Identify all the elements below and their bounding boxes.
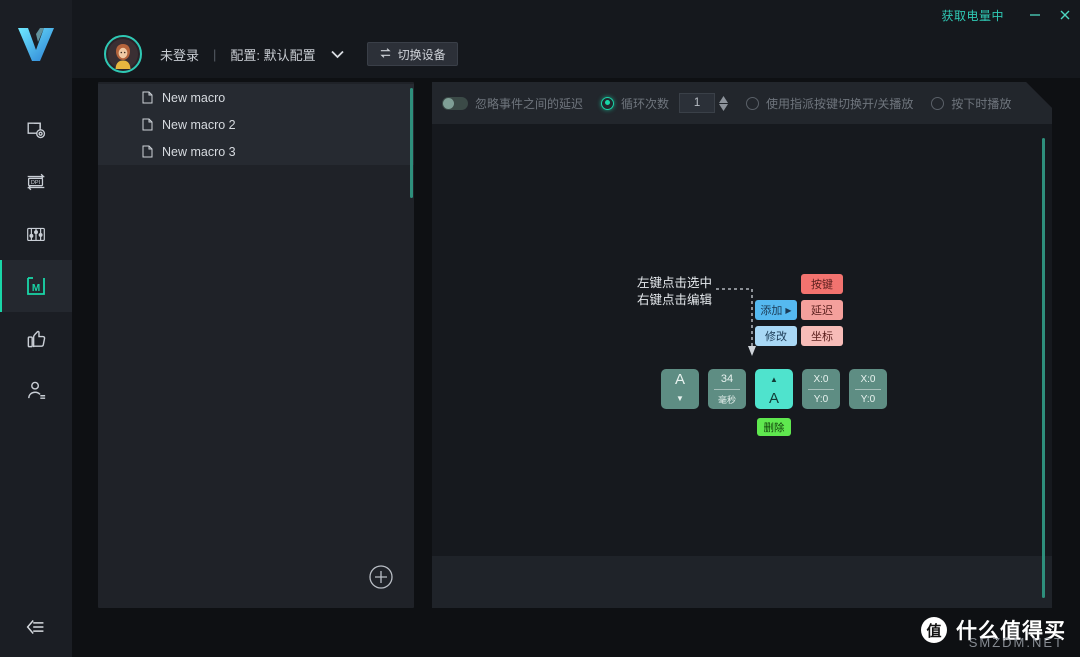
loop-count-input[interactable]: 1	[679, 93, 715, 113]
document-icon	[142, 145, 153, 158]
v-logo	[13, 22, 59, 66]
sidebar-item-profile[interactable]	[0, 364, 72, 416]
minimize-button[interactable]	[1020, 0, 1050, 30]
watermark-sub: SMZDM.NET	[968, 635, 1064, 650]
switch-device-button[interactable]: 切换设备	[366, 42, 458, 66]
list-item-label: New macro 3	[162, 144, 236, 159]
macro-canvas-footer	[432, 556, 1052, 608]
macro-list-rows: New macro New macro 2 New macro 3	[98, 82, 414, 165]
context-modify-button[interactable]: 修改	[755, 326, 797, 346]
context-add-label: 添加	[760, 305, 783, 317]
loop-count-label: 循环次数	[621, 96, 670, 111]
add-macro-button[interactable]	[368, 564, 394, 590]
event-card-top: 34	[720, 373, 734, 385]
event-card-key-a-up[interactable]: A ▼	[661, 369, 699, 409]
chevron-right-icon: ▶	[785, 305, 792, 315]
event-card-bottom: 毫秒	[717, 394, 736, 405]
watermark-badge: 值	[921, 617, 947, 643]
battery-status-text: 获取电量中	[941, 8, 1004, 23]
macro-toolbar: 忽略事件之间的延迟 循环次数 1 使用指派按键切换开/关播放 按下时播放	[432, 82, 1052, 124]
event-card-bottom: A	[768, 390, 779, 407]
toggle-play-label: 使用指派按键切换开/关播放	[766, 96, 914, 111]
sidebar-item-dpi[interactable]: DPI	[0, 156, 72, 208]
app-window: DPI M 获取电量中 未登录 | 配置: 默认配置 切换设备 New macr…	[0, 0, 1080, 657]
title-bar: 获取电量中	[72, 0, 1080, 30]
delete-button[interactable]: 删除	[757, 418, 791, 436]
document-icon	[142, 91, 153, 104]
ignore-delay-label: 忽略事件之间的延迟	[475, 96, 584, 111]
svg-text:M: M	[32, 283, 40, 294]
context-key-button[interactable]: 按键	[801, 274, 843, 294]
press-play-radio[interactable]	[931, 97, 944, 110]
profile-label: 配置: 默认配置	[230, 47, 316, 63]
avatar[interactable]	[104, 35, 142, 73]
event-card-bottom: ▼	[676, 394, 684, 403]
sidebar-item-mouse[interactable]	[0, 104, 72, 156]
delete-label: 删除	[763, 421, 785, 434]
context-delay-button[interactable]: 延迟	[801, 300, 843, 320]
context-coord-label: 坐标	[811, 331, 833, 343]
press-play-label: 按下时播放	[951, 96, 1012, 111]
document-icon	[142, 118, 153, 131]
event-card-coord-2[interactable]: X:0 Y:0	[849, 369, 887, 409]
macro-list-scrollbar[interactable]	[410, 88, 413, 198]
list-item[interactable]: New macro	[98, 84, 414, 111]
event-card-top: X:0	[860, 373, 876, 385]
macro-editor-scrollbar[interactable]	[1042, 138, 1045, 598]
loop-count-option[interactable]: 循环次数	[601, 95, 669, 112]
event-card-top: X:0	[813, 373, 829, 385]
close-button[interactable]	[1050, 0, 1080, 30]
macro-list-panel: New macro New macro 2 New macro 3	[98, 82, 414, 608]
swap-icon	[379, 47, 392, 62]
context-delay-label: 延迟	[811, 305, 833, 317]
press-play-option[interactable]: 按下时播放	[931, 95, 1011, 112]
ignore-delay-toggle[interactable]	[442, 97, 468, 110]
login-status: 未登录	[160, 47, 200, 63]
event-card-bottom: Y:0	[813, 393, 829, 405]
sidebar-item-sliders[interactable]	[0, 208, 72, 260]
event-card-top: A	[674, 371, 685, 388]
event-card-delay[interactable]: 34 毫秒	[708, 369, 746, 409]
sidebar-items: DPI M	[0, 104, 72, 416]
event-card-bottom: Y:0	[860, 393, 876, 405]
hint-line-1: 左键点击选中	[637, 276, 713, 290]
list-item-label: New macro	[162, 90, 226, 105]
loop-count-radio[interactable]	[601, 97, 614, 110]
collapse-left-icon[interactable]	[0, 597, 72, 657]
ignore-delay-option[interactable]: 忽略事件之间的延迟	[442, 95, 583, 112]
context-add-button[interactable]: 添加 ▶	[755, 300, 797, 320]
switch-device-label: 切换设备	[397, 47, 446, 62]
left-sidebar: DPI M	[0, 0, 72, 657]
toggle-play-radio[interactable]	[746, 97, 759, 110]
list-item-label: New macro 2	[162, 117, 236, 132]
header-bar: 未登录 | 配置: 默认配置 切换设备	[72, 30, 1080, 78]
editor-hint-text: 左键点击选中 右键点击编辑	[637, 275, 712, 309]
spinner-up-down-icon[interactable]	[719, 96, 728, 111]
event-card-coord-1[interactable]: X:0 Y:0	[802, 369, 840, 409]
event-card-key-a-down[interactable]: ▲ A	[755, 369, 793, 409]
svg-text:DPI: DPI	[31, 180, 41, 186]
sidebar-item-macro[interactable]: M	[0, 260, 72, 312]
context-modify-label: 修改	[765, 331, 787, 343]
context-key-label: 按键	[811, 279, 833, 291]
context-coord-button[interactable]: 坐标	[801, 326, 843, 346]
list-item[interactable]: New macro 3	[98, 138, 414, 165]
sidebar-item-thumbsup[interactable]	[0, 312, 72, 364]
chevron-down-icon[interactable]	[330, 49, 345, 59]
toggle-play-option[interactable]: 使用指派按键切换开/关播放	[746, 95, 913, 112]
list-item[interactable]: New macro 2	[98, 111, 414, 138]
hint-line-2: 右键点击编辑	[637, 293, 713, 307]
event-card-top: ▲	[770, 375, 778, 384]
header-separator: |	[213, 46, 217, 62]
